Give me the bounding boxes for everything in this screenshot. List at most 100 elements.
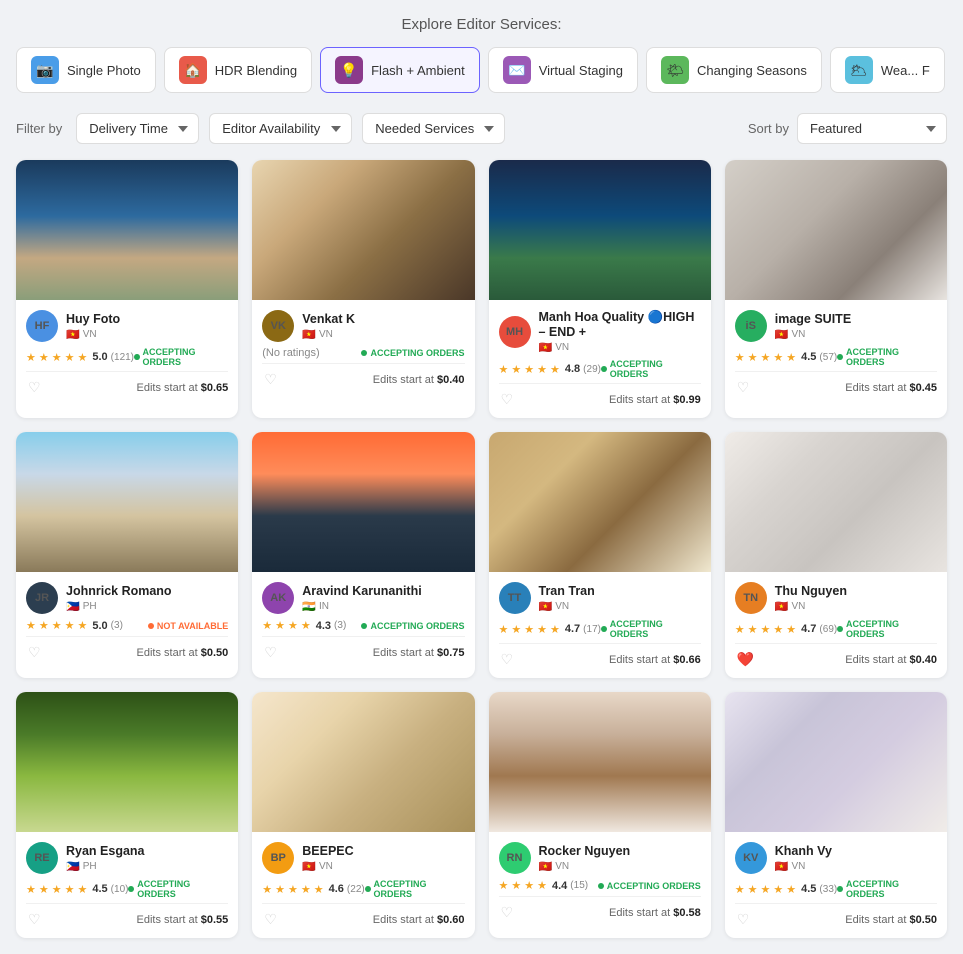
editor-country: 🇵🇭 PH xyxy=(66,600,172,613)
service-tab-single-photo[interactable]: 📷Single Photo xyxy=(16,47,156,93)
editor-card[interactable]: KVKhanh Vy🇻🇳 VN★★★★★4.5(33)ACCEPTING ORD… xyxy=(725,692,947,938)
editor-country: 🇮🇳 IN xyxy=(302,600,421,613)
price-info: Edits start at $0.60 xyxy=(373,914,465,926)
availability-badge: ACCEPTING ORDERS xyxy=(134,347,228,367)
availability-badge: ACCEPTING ORDERS xyxy=(837,879,937,899)
price-info: Edits start at $0.55 xyxy=(137,914,229,926)
like-button[interactable]: ♡ xyxy=(26,909,43,930)
card-image xyxy=(252,692,474,832)
weather-label: Wea... F xyxy=(881,63,930,78)
price-info: Edits start at $0.40 xyxy=(373,374,465,386)
editor-country: 🇵🇭 PH xyxy=(66,860,145,873)
editor-card[interactable]: iS image SUITE🇻🇳 VN ★★★★★4.5(57)ACCEPTING … xyxy=(725,160,947,418)
needed-services-filter[interactable]: Needed ServicesFlash + AmbientHDR Blendi… xyxy=(362,113,505,144)
editor-name: Venkat K xyxy=(302,312,355,327)
page-container: Explore Editor Services: 📷Single Photo🏠H… xyxy=(0,0,963,954)
like-button[interactable]: ♡ xyxy=(26,642,43,663)
price-info: Edits start at $0.58 xyxy=(609,907,701,919)
like-button[interactable]: ♡ xyxy=(735,909,752,930)
delivery-time-filter[interactable]: Delivery Time24 Hours48 Hours72 Hours xyxy=(76,113,199,144)
filter-label: Filter by xyxy=(16,121,62,136)
editor-country: 🇻🇳 VN xyxy=(775,600,847,613)
like-button[interactable]: ♡ xyxy=(262,642,279,663)
price-info: Edits start at $0.66 xyxy=(609,654,701,666)
like-button[interactable]: ♡ xyxy=(26,377,43,398)
service-tab-virtual-staging[interactable]: ✉️Virtual Staging xyxy=(488,47,638,93)
editor-card[interactable]: RERyan Esgana🇵🇭 PH★★★★★4.5(10)ACCEPTING … xyxy=(16,692,238,938)
like-button[interactable]: ♡ xyxy=(262,369,279,390)
flash-ambient-label: Flash + Ambient xyxy=(371,63,465,78)
availability-badge: ACCEPTING ORDERS xyxy=(837,347,937,367)
hdr-blending-icon: 🏠 xyxy=(179,56,207,84)
editor-country: 🇻🇳 VN xyxy=(539,600,595,613)
availability-badge: ACCEPTING ORDERS xyxy=(361,348,464,358)
like-button[interactable]: ♡ xyxy=(262,909,279,930)
service-tab-weather[interactable]: 🌥 Wea... F xyxy=(830,47,945,93)
rating: ★★★★★4.5(57) xyxy=(735,351,837,364)
editor-name: Khanh Vy xyxy=(775,844,832,859)
sort-select[interactable]: FeaturedPrice: Low to HighPrice: High to… xyxy=(797,113,947,144)
rating: (No ratings) xyxy=(262,347,319,359)
editor-country: 🇻🇳 VN xyxy=(302,860,353,873)
rating: ★★★★4.3(3) xyxy=(262,619,346,632)
price-info: Edits start at $0.65 xyxy=(137,382,229,394)
editor-card[interactable]: VK Venkat K🇻🇳 VN (No ratings) ACCEPTING ORD… xyxy=(252,160,474,418)
card-image xyxy=(16,160,238,300)
rating: ★★★★★4.7(69) xyxy=(735,623,837,636)
flash-ambient-icon: 💡 xyxy=(335,56,363,84)
editor-card[interactable]: RNRocker Nguyen🇻🇳 VN★★★★4.4(15)ACCEPTING… xyxy=(489,692,711,938)
rating: ★★★★★4.8(29) xyxy=(499,363,601,376)
weather-icon: 🌥 xyxy=(845,56,873,84)
editor-card[interactable]: BPBEEPEC🇻🇳 VN★★★★★4.6(22)ACCEPTING ORDER… xyxy=(252,692,474,938)
like-button[interactable]: ❤️ xyxy=(735,649,756,670)
editor-country: 🇻🇳 VN xyxy=(775,860,832,873)
editor-name: BEEPEC xyxy=(302,844,353,859)
avatar: AK xyxy=(262,582,294,614)
like-button[interactable]: ♡ xyxy=(499,902,516,923)
virtual-staging-label: Virtual Staging xyxy=(539,63,623,78)
like-button[interactable]: ♡ xyxy=(499,389,516,410)
service-tab-hdr-blending[interactable]: 🏠 HDR Blending xyxy=(164,47,312,93)
card-image xyxy=(489,432,711,572)
card-image xyxy=(725,432,947,572)
avatar: RN xyxy=(499,842,531,874)
price-info: Edits start at $0.45 xyxy=(845,382,937,394)
service-tab-flash-ambient[interactable]: 💡 Flash + Ambient xyxy=(320,47,480,93)
avatar: iS xyxy=(735,310,767,342)
filter-bar: Filter by Delivery Time24 Hours48 Hours7… xyxy=(16,113,947,144)
sort-area: Sort by FeaturedPrice: Low to HighPrice:… xyxy=(748,113,947,144)
availability-badge: ACCEPTING ORDERS xyxy=(365,879,465,899)
like-button[interactable]: ♡ xyxy=(735,377,752,398)
card-image xyxy=(725,692,947,832)
card-image xyxy=(16,432,238,572)
avatar: HF xyxy=(26,310,58,342)
card-image xyxy=(489,692,711,832)
price-info: Edits start at $0.50 xyxy=(845,914,937,926)
editor-country: 🇻🇳 VN xyxy=(775,328,851,341)
editor-name: Rocker Nguyen xyxy=(539,844,631,859)
avatar: RE xyxy=(26,842,58,874)
avatar: VK xyxy=(262,310,294,342)
editor-card[interactable]: TNThu Nguyen🇻🇳 VN★★★★★4.7(69)ACCEPTING O… xyxy=(725,432,947,678)
avatar: TT xyxy=(499,582,531,614)
single-photo-icon: 📷 xyxy=(31,56,59,84)
editor-name: Johnrick Romano xyxy=(66,584,172,599)
editor-card[interactable]: AKAravind Karunanithi🇮🇳 IN★★★★4.3(3)ACCE… xyxy=(252,432,474,678)
editor-name: Huy Foto xyxy=(66,312,120,327)
editor-availability-filter[interactable]: Editor AvailabilityAvailable NowNot Avai… xyxy=(209,113,352,144)
price-info: Edits start at $0.75 xyxy=(373,647,465,659)
card-image xyxy=(252,432,474,572)
hdr-blending-label: HDR Blending xyxy=(215,63,297,78)
service-tab-changing-seasons[interactable]: 🌤Changing Seasons xyxy=(646,47,822,93)
editor-card[interactable]: HFHuy Foto🇻🇳 VN★★★★★5.0(121)ACCEPTING OR… xyxy=(16,160,238,418)
editor-name: Manh Hoa Quality 🔵HIGH – END + xyxy=(539,310,701,340)
editor-name: Ryan Esgana xyxy=(66,844,145,859)
like-button[interactable]: ♡ xyxy=(499,649,516,670)
editor-card[interactable]: MHManh Hoa Quality 🔵HIGH – END +🇻🇳 VN★★★… xyxy=(489,160,711,418)
editor-name: image SUITE xyxy=(775,312,851,327)
rating: ★★★★★4.5(10) xyxy=(26,883,128,896)
editor-card[interactable]: JRJohnrick Romano🇵🇭 PH★★★★★5.0(3)NOT AVA… xyxy=(16,432,238,678)
editor-card[interactable]: TTTran Tran🇻🇳 VN★★★★★4.7(17)ACCEPTING OR… xyxy=(489,432,711,678)
editor-country: 🇻🇳 VN xyxy=(302,328,355,341)
availability-badge: ACCEPTING ORDERS xyxy=(361,621,464,631)
